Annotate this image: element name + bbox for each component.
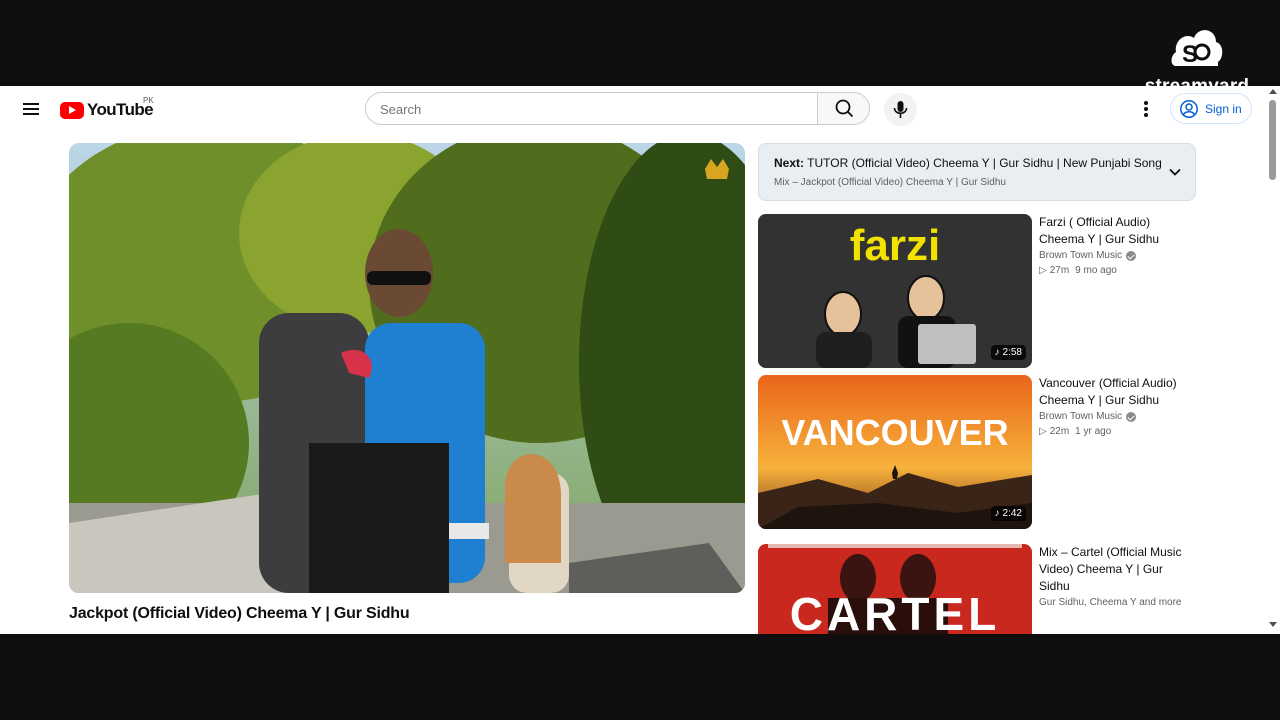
up-next-line: Next: TUTOR (Official Video) Cheema Y | … <box>774 156 1162 170</box>
up-next-panel[interactable]: Next: TUTOR (Official Video) Cheema Y | … <box>758 143 1196 201</box>
upload-age: 1 yr ago <box>1075 426 1112 437</box>
video-thumbnail[interactable]: farzi ♪ 2:58 <box>758 214 1032 368</box>
account-icon <box>1180 99 1198 118</box>
country-code: PK <box>143 96 154 105</box>
masthead: YouTube PK Search Sign in <box>0 86 1280 132</box>
search-box <box>365 92 818 125</box>
up-next-prefix: Next: <box>774 156 805 170</box>
channel-name[interactable]: Brown Town Music <box>1039 250 1196 261</box>
music-note-icon: ♪ <box>994 347 1000 358</box>
verified-icon <box>1126 250 1137 261</box>
more-vert-icon[interactable] <box>1134 96 1158 122</box>
channel-label: Brown Town Music <box>1039 411 1123 422</box>
recommendation-title[interactable]: Vancouver (Official Audio) Cheema Y | Gu… <box>1039 375 1196 409</box>
thumbnail-caption: VANCOUVER <box>781 412 1008 453</box>
recommendation-meta: Farzi ( Official Audio) Cheema Y | Gur S… <box>1039 214 1196 276</box>
recommendation-meta: Vancouver (Official Audio) Cheema Y | Gu… <box>1039 375 1196 437</box>
play-count: 27m <box>1049 265 1070 276</box>
video-frame <box>69 143 745 593</box>
recommendation-meta: Mix – Cartel (Official Music Video) Chee… <box>1039 544 1196 608</box>
channel-name[interactable]: Brown Town Music <box>1039 411 1196 422</box>
mic-icon <box>893 101 908 118</box>
search-input[interactable] <box>380 100 800 118</box>
voice-search-button[interactable] <box>884 93 917 126</box>
play-count-icon: ▷ <box>1039 265 1047 276</box>
upload-age: 9 mo ago <box>1075 265 1117 276</box>
duration-badge: ♪ 2:58 <box>990 345 1026 360</box>
play-count: 22m <box>1049 426 1070 437</box>
mix-label: Mix – Jackpot (Official Video) Cheema Y … <box>774 177 1006 188</box>
scroll-down-arrow-icon[interactable] <box>1269 622 1277 627</box>
thumbnail-image: farzi <box>758 214 1032 368</box>
chevron-down-icon[interactable] <box>1167 164 1183 180</box>
sign-in-label: Sign in <box>1205 101 1242 116</box>
recommendation-item[interactable]: CARTEL Mix – Cartel (Official Music Vide… <box>758 544 1196 634</box>
search-button[interactable] <box>817 92 870 125</box>
video-player[interactable] <box>69 143 745 593</box>
channel-name[interactable]: Gur Sidhu, Cheema Y and more <box>1039 597 1196 608</box>
recommendation-item[interactable]: VANCOUVER ♪ 2:42 Vancouver (Official Aud… <box>758 375 1196 529</box>
video-title: Jackpot (Official Video) Cheema Y | Gur … <box>69 605 410 622</box>
streamyard-logo-icon: S <box>1171 30 1223 68</box>
video-stats: ▷ 22m 1 yr ago <box>1039 426 1196 437</box>
video-stats: ▷ 27m 9 mo ago <box>1039 265 1196 276</box>
duration-badge: ♪ 2:42 <box>990 506 1026 521</box>
recommendation-item[interactable]: farzi ♪ 2:58 Farzi ( Official Audio) Che… <box>758 214 1196 368</box>
thumbnail-image: VANCOUVER <box>758 375 1032 529</box>
music-note-icon: ♪ <box>994 508 1000 519</box>
youtube-play-icon <box>60 101 84 119</box>
thumbnail-caption: CARTEL <box>790 588 1001 634</box>
video-thumbnail[interactable]: CARTEL <box>758 544 1032 634</box>
search-icon <box>835 99 853 117</box>
recommendation-title[interactable]: Farzi ( Official Audio) Cheema Y | Gur S… <box>1039 214 1196 248</box>
streamyard-watermark: S streamyard <box>1142 22 1252 92</box>
menu-icon[interactable] <box>18 97 44 121</box>
top-letterbox <box>0 0 1280 86</box>
scroll-up-arrow-icon[interactable] <box>1269 89 1277 94</box>
verified-icon <box>1126 411 1137 422</box>
up-next-title: TUTOR (Official Video) Cheema Y | Gur Si… <box>807 156 1162 170</box>
page-scrollbar[interactable] <box>1266 86 1280 634</box>
video-thumbnail[interactable]: VANCOUVER ♪ 2:42 <box>758 375 1032 529</box>
channel-label: Gur Sidhu, Cheema Y and more <box>1039 597 1182 608</box>
duration-text: 2:42 <box>1002 508 1022 519</box>
thumbnail-image: CARTEL <box>758 544 1032 634</box>
bottom-letterbox <box>0 634 1280 720</box>
sign-in-button[interactable]: Sign in <box>1170 93 1252 124</box>
play-count-icon: ▷ <box>1039 426 1047 437</box>
channel-label: Brown Town Music <box>1039 250 1123 261</box>
scrollbar-thumb[interactable] <box>1269 100 1276 180</box>
youtube-logo[interactable]: YouTube <box>60 100 154 120</box>
duration-text: 2:58 <box>1002 347 1022 358</box>
thumbnail-caption: farzi <box>850 221 940 270</box>
youtube-page: YouTube PK Search Sign in Jackpot (Offic… <box>0 86 1280 634</box>
recommendation-title[interactable]: Mix – Cartel (Official Music Video) Chee… <box>1039 544 1196 595</box>
